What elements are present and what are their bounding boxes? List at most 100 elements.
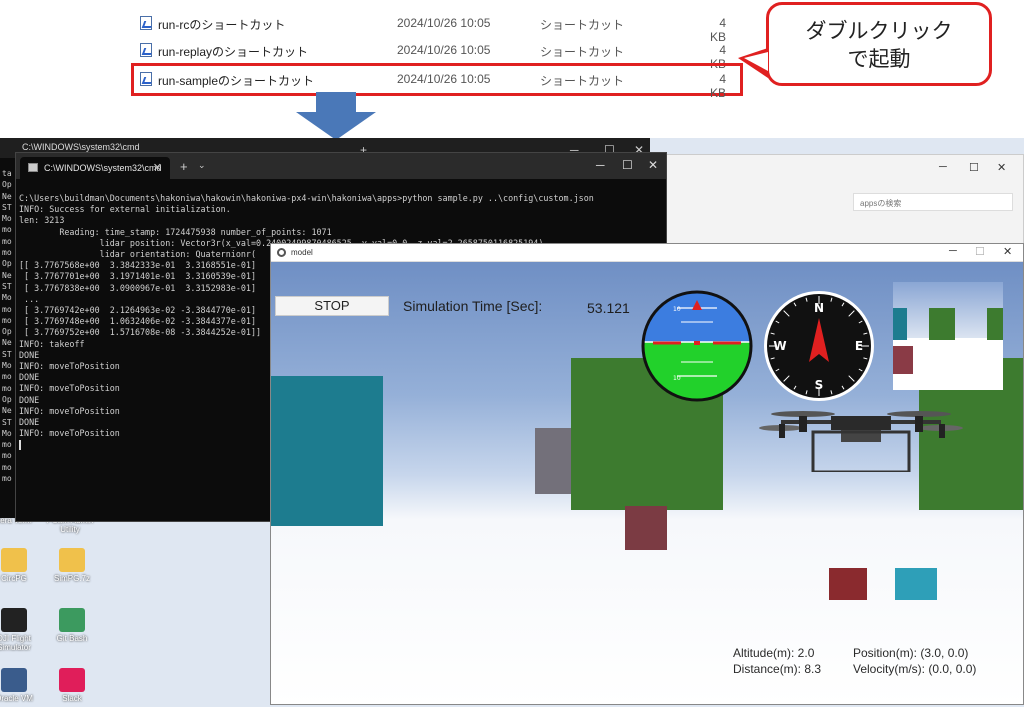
maroon-cube-small	[625, 506, 667, 550]
attitude-tick-label: 10	[673, 375, 681, 382]
file-type: ショートカット	[540, 18, 625, 32]
background-terminal-line: Op	[2, 180, 12, 190]
background-terminal-line: mo	[2, 372, 12, 382]
background-terminal-line: Ne	[2, 191, 12, 201]
simulation-time-value: 53.121	[587, 300, 630, 316]
camera-view-inset	[893, 282, 1003, 390]
minimize-icon[interactable]: ─	[949, 245, 957, 257]
chevron-down-icon[interactable]: ⌄	[198, 160, 206, 171]
close-icon[interactable]: ✕	[1003, 245, 1012, 258]
down-arrow-head	[296, 112, 376, 140]
cmd-icon	[28, 163, 38, 172]
background-terminal-line: Mo	[2, 361, 12, 371]
compass-north-label: N	[814, 301, 824, 315]
dji-logo-icon	[1, 608, 27, 632]
file-row-run-sample[interactable]: run-sampleのショートカット 2024/10/26 10:05 ショート…	[131, 63, 743, 100]
altitude-readout: Altitude(m): 2.0	[733, 646, 815, 660]
file-date: 2024/10/26 10:05	[397, 72, 491, 86]
compass-east-label: E	[855, 339, 863, 353]
file-type: ショートカット	[540, 45, 625, 59]
teal-cube-left	[271, 376, 383, 526]
background-terminal-line: mo	[2, 225, 12, 235]
background-terminal-line: ST	[2, 349, 12, 359]
simulation-time-label: Simulation Time [Sec]:	[403, 298, 543, 314]
cyan-cube	[895, 568, 937, 600]
velocity-readout: Velocity(m/s): (0.0, 0.0)	[853, 662, 977, 676]
file-size: 4 KB	[709, 72, 726, 100]
terminal-tab[interactable]: C:\WINDOWS\system32\cmd ✕	[20, 157, 170, 179]
callout-line1: ダブルクリック	[805, 19, 953, 43]
compass-west-label: W	[773, 339, 786, 353]
minimize-icon[interactable]: ─	[939, 161, 947, 173]
close-icon[interactable]: ✕	[648, 158, 658, 172]
git-bash-icon	[59, 608, 85, 632]
maximize-icon[interactable]: ☐	[969, 161, 979, 174]
background-terminal-output: ta Op Ne ST Mo mo mo mo Op Ne ST Mo mo mo Op Ne ST Mo mo mo…	[2, 168, 12, 484]
drone-model	[759, 411, 963, 472]
background-terminal-line: mo	[2, 236, 12, 246]
file-date: 2024/10/26 10:05	[397, 43, 491, 57]
distance-readout: Distance(m): 8.3	[733, 662, 822, 676]
desktop-icon-label: Git Bash	[56, 634, 88, 643]
background-terminal-line: Ne	[2, 338, 12, 348]
background-terminal-line: Mo	[2, 293, 12, 303]
grey-cube	[535, 428, 575, 494]
file-date: 2024/10/26 10:05	[397, 16, 491, 30]
down-arrow-icon	[316, 92, 356, 112]
background-terminal-line: Mo	[2, 214, 12, 224]
callout-line2: で起動	[847, 47, 911, 71]
background-terminal-line: Ne	[2, 270, 12, 280]
unity-icon	[277, 248, 286, 257]
desktop-icon-gitbash[interactable]: Git Bash	[42, 608, 102, 643]
terminal-tab-title: C:\WINDOWS\system32\cmd	[44, 163, 162, 173]
background-terminal-line: ST	[2, 281, 12, 291]
stop-button[interactable]: STOP	[275, 296, 389, 316]
file-row-run-rc[interactable]: run-rcのショートカット 2024/10/26 10:05 ショートカット …	[134, 10, 740, 44]
explorer-search-input[interactable]: appsの検索	[853, 193, 1013, 211]
red-cube	[829, 568, 867, 600]
minimize-icon[interactable]: ─	[596, 158, 605, 172]
background-terminal-line: Ne	[2, 406, 12, 416]
maximize-icon[interactable]: ☐	[975, 245, 985, 258]
desktop-icon-slack[interactable]: Slack	[42, 668, 102, 703]
attitude-tick-label: 10	[673, 306, 681, 313]
background-terminal-line: mo	[2, 451, 12, 461]
file-row-run-replay[interactable]: run-replayのショートカット 2024/10/26 10:05 ショート…	[134, 37, 740, 71]
background-terminal-line: mo	[2, 440, 12, 450]
folder-icon	[1, 548, 27, 572]
file-type: ショートカット	[540, 74, 625, 88]
virtualbox-icon	[1, 668, 27, 692]
maximize-icon[interactable]: ☐	[622, 158, 633, 172]
desktop-icon-oracle-vm[interactable]: Oracle VM	[0, 668, 44, 703]
compass-south-label: S	[815, 378, 824, 392]
3d-scene-view[interactable]: 10 10 N S E W STOP Simulation Time [Sec]…	[271, 262, 1023, 704]
attitude-indicator: 10 10	[641, 290, 753, 402]
compass-indicator: N S E W	[764, 291, 874, 401]
terminal-line: Reading: time_stamp: 1724475938 number_o…	[19, 226, 332, 237]
tab-close-icon[interactable]: ✕	[153, 161, 162, 174]
background-terminal-line: mo	[2, 315, 12, 325]
simulation-window-title: model	[291, 248, 313, 257]
shortcut-file-icon	[140, 72, 152, 86]
background-terminal-line: mo	[2, 383, 12, 393]
background-terminal-line: Mo	[2, 428, 12, 438]
background-terminal-line: mo	[2, 462, 12, 472]
desktop-icon-label: DJI Flight Simulator	[0, 634, 31, 652]
simulation-titlebar[interactable]: model ─ ☐ ✕	[271, 244, 1023, 262]
text-cursor	[19, 439, 21, 450]
background-terminal-line: ta	[2, 169, 12, 178]
desktop-icon-label: Oracle VM	[0, 694, 33, 703]
callout-double-click: ダブルクリック で起動	[766, 2, 992, 86]
close-icon[interactable]: ✕	[997, 161, 1006, 174]
desktop-icon-label: CircPG	[1, 574, 27, 583]
desktop-icon-dji[interactable]: DJI Flight Simulator	[0, 608, 44, 652]
simulation-window[interactable]: model ─ ☐ ✕ 10 10 N S E W STOP Simulatio…	[270, 243, 1024, 705]
desktop-icon-simpg[interactable]: SimPG.7z	[42, 548, 102, 583]
background-terminal-line: ST	[2, 202, 12, 212]
terminal-titlebar[interactable]: C:\WINDOWS\system32\cmd ✕ + ⌄ ─ ☐ ✕	[16, 153, 666, 179]
new-tab-icon[interactable]: +	[180, 159, 188, 174]
desktop-icon-label: Slack	[62, 694, 82, 703]
background-terminal-title: C:\WINDOWS\system32\cmd	[22, 142, 140, 152]
desktop-icon-circpg[interactable]: CircPG	[0, 548, 44, 583]
file-name: run-sampleのショートカット	[158, 74, 315, 88]
